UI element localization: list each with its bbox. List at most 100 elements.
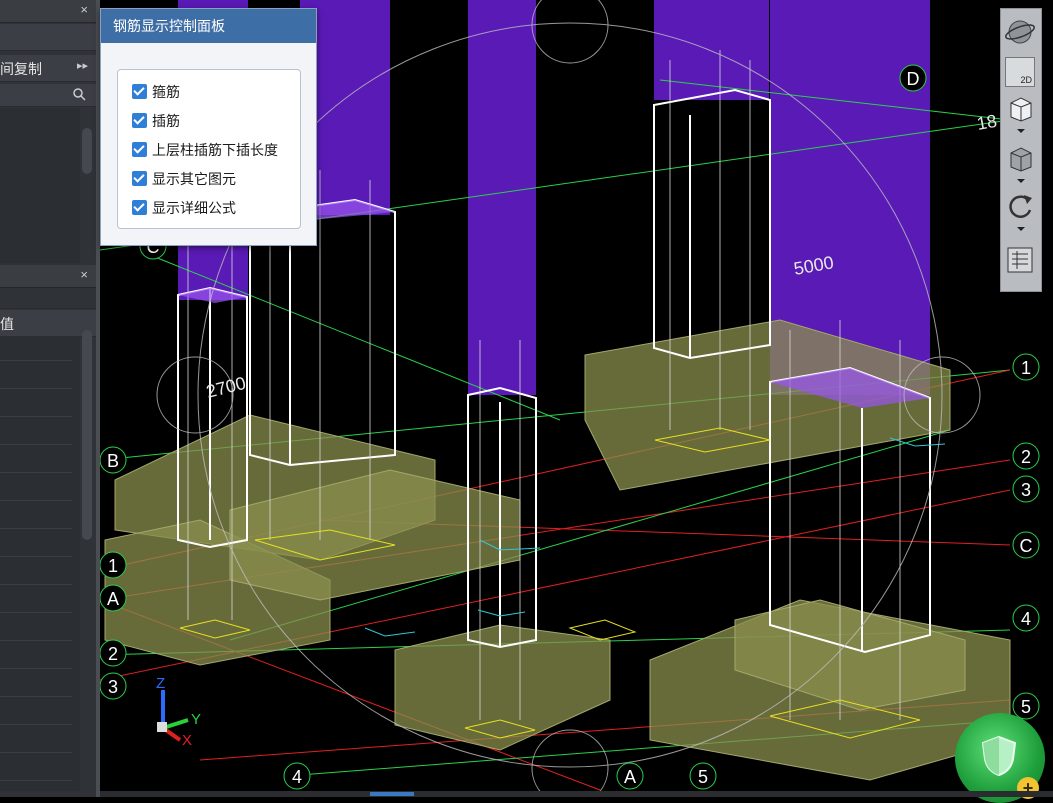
- axis-bubble-4[interactable]: 4: [283, 762, 311, 790]
- grid-row-line: [0, 612, 72, 613]
- grid-row-line: [0, 752, 72, 753]
- rotate-icon[interactable]: [1005, 191, 1035, 221]
- gizmo-origin: [157, 722, 167, 732]
- options-group: 箍筋 插筋 上层柱插筋下插长度 显示其它图元 显示详细公式: [117, 69, 301, 229]
- axis-bubble-D[interactable]: D: [899, 64, 927, 92]
- axis-label: A: [107, 589, 119, 609]
- axis-bubble-3[interactable]: 3: [100, 672, 127, 700]
- axis-bubble-4-right[interactable]: 4: [1012, 604, 1040, 632]
- layer-settings-icon[interactable]: [1005, 245, 1035, 275]
- y-label: Y: [191, 711, 201, 728]
- cube-solid-icon[interactable]: [1005, 143, 1035, 173]
- option-label: 显示详细公式: [152, 200, 236, 216]
- view-toolbar: 2D: [1000, 8, 1042, 292]
- property-scrollbar[interactable]: [82, 330, 92, 540]
- axis-label: 5: [698, 767, 708, 787]
- option-label: 显示其它图元: [152, 171, 236, 187]
- axis-label: 2: [1021, 447, 1031, 467]
- checkbox-checked-icon[interactable]: [132, 142, 147, 157]
- grid-row-line: [0, 696, 72, 697]
- option-label: 箍筋: [152, 84, 180, 100]
- chevron-down-icon[interactable]: [1017, 179, 1025, 183]
- grid-row-line: [0, 780, 72, 781]
- grid-row-line: [0, 668, 72, 669]
- axis-bubble-3-right[interactable]: 3: [1012, 475, 1040, 503]
- grid-row-line: [0, 584, 72, 585]
- top-pane-body: [0, 108, 80, 263]
- option-label: 上层柱插筋下插长度: [152, 142, 278, 158]
- grid-row-line: [0, 360, 72, 361]
- axis-bubble-2-right[interactable]: 2: [1012, 442, 1040, 470]
- column-upper: [468, 0, 536, 395]
- close-icon[interactable]: ×: [80, 267, 88, 282]
- axis-bubble-B[interactable]: B: [100, 446, 127, 474]
- search-row[interactable]: [0, 84, 96, 107]
- axis-bubble-A[interactable]: A: [100, 584, 127, 612]
- top-pane-scrollbar[interactable]: [82, 128, 92, 174]
- option-label: 插筋: [152, 113, 180, 129]
- grid-row-line: [0, 640, 72, 641]
- grid-row-line: [0, 500, 72, 501]
- copy-row[interactable]: 间复制 ▸▸: [0, 55, 96, 82]
- x-label: X: [182, 732, 192, 749]
- option-other-elements[interactable]: 显示其它图元: [132, 169, 236, 189]
- grid-row-line: [0, 472, 72, 473]
- checkbox-checked-icon[interactable]: [132, 113, 147, 128]
- axis-bubble-C-right[interactable]: C: [1012, 531, 1040, 559]
- copy-row-label: 间复制: [0, 61, 42, 77]
- left-dock-panel: × 间复制 ▸▸ × 值: [0, 0, 96, 797]
- checkbox-checked-icon[interactable]: [132, 84, 147, 99]
- axis-label: 4: [1021, 609, 1031, 629]
- option-dowel-length[interactable]: 上层柱插筋下插长度: [132, 140, 278, 160]
- column-upper: [654, 0, 769, 100]
- axis-label: 1: [108, 556, 118, 576]
- rebar-display-panel: 钢筋显示控制面板 箍筋 插筋 上层柱插筋下插长度 显示其它图元 显示详细公式: [100, 8, 317, 246]
- z-label: Z: [156, 675, 165, 692]
- checkbox-checked-icon[interactable]: [132, 200, 147, 215]
- option-detailed-formula[interactable]: 显示详细公式: [132, 198, 236, 218]
- grid-row-line: [0, 724, 72, 725]
- axis-bubble-5[interactable]: 5: [689, 762, 717, 790]
- globe-icon[interactable]: [1005, 17, 1035, 47]
- view-2d-icon[interactable]: 2D: [1005, 57, 1035, 87]
- search-icon[interactable]: [73, 88, 86, 101]
- axis-label: C: [1020, 536, 1033, 556]
- horizontal-scroll-thumb[interactable]: [370, 792, 414, 796]
- axis-bubble-5-right[interactable]: 5: [1012, 692, 1040, 720]
- axis-label: 5: [1021, 697, 1031, 717]
- axis-label: 1: [1021, 358, 1031, 378]
- axis-label: A: [624, 767, 636, 787]
- axis-bubble-1-right[interactable]: 1: [1012, 353, 1040, 381]
- dimension-partial: 18: [975, 111, 998, 134]
- grid-row-line: [0, 416, 72, 417]
- axis-label: 3: [1021, 480, 1031, 500]
- axis-label: 4: [292, 767, 302, 787]
- chevron-down-icon[interactable]: [1017, 227, 1025, 231]
- grid-row-line: [0, 444, 72, 445]
- axis-label: 2: [108, 644, 118, 664]
- axis-label: D: [907, 69, 920, 89]
- dock-spacer-row: [0, 288, 96, 309]
- option-dowel[interactable]: 插筋: [132, 111, 180, 131]
- chevron-down-icon[interactable]: [1017, 129, 1025, 133]
- axis-bubble-A-bottom[interactable]: A: [616, 762, 644, 790]
- option-stirrup[interactable]: 箍筋: [132, 82, 180, 102]
- dock-blank-row: [0, 24, 96, 51]
- security-badge[interactable]: +: [955, 713, 1045, 803]
- axis-label: 3: [108, 677, 118, 697]
- expand-arrow-icon[interactable]: ▸▸: [77, 59, 88, 72]
- panel-title: 钢筋显示控制面板: [101, 9, 316, 43]
- grid-row-line: [0, 556, 72, 557]
- bottom-pane-header: ×: [0, 265, 96, 288]
- top-pane-header: ×: [0, 0, 96, 23]
- grid-row-line: [0, 388, 72, 389]
- axis-bubble-1[interactable]: 1: [100, 551, 127, 579]
- checkbox-checked-icon[interactable]: [132, 171, 147, 186]
- cube-3d-icon[interactable]: [1005, 93, 1035, 123]
- close-icon[interactable]: ×: [80, 2, 88, 17]
- axis-bubble-2[interactable]: 2: [100, 639, 127, 667]
- grid-row-line: [0, 528, 72, 529]
- property-grid: [0, 336, 80, 791]
- value-column-label: 值: [0, 316, 14, 332]
- shield-icon: [981, 735, 1017, 777]
